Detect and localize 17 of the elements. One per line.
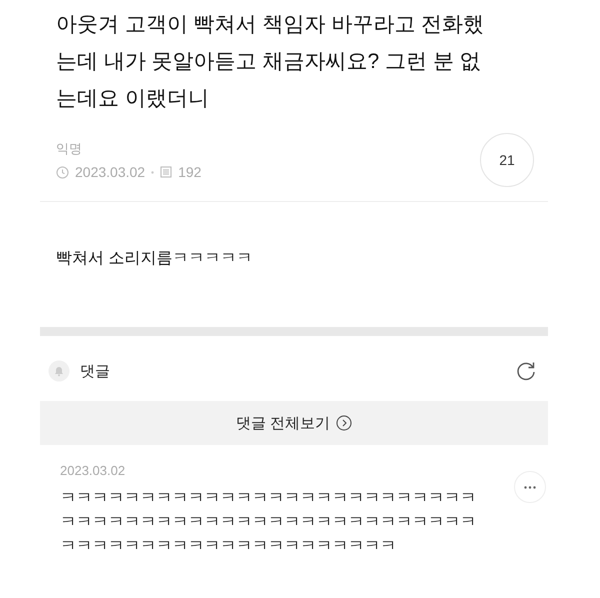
more-button[interactable] — [514, 471, 546, 503]
views-icon — [160, 166, 172, 178]
post-title: 아웃겨 고객이 빡쳐서 책임자 바꾸라고 전화했는데 내가 못알아듣고 채금자씨요? 그런 분 없는데요 이랬더니 — [56, 12, 486, 112]
comment-date: 2023.03.02 — [60, 463, 126, 478]
comments-label: 댓글 — [80, 362, 110, 380]
dot-separator — [151, 170, 154, 174]
post-body: 빡쳐서 소리지름ㅋㅋㅋㅋㅋ — [55, 249, 254, 269]
view-all-comments-button[interactable]: 댓글 전체보기 — [40, 401, 548, 445]
comment-count-button[interactable]: 21 — [480, 133, 534, 187]
view-count: 192 — [178, 164, 202, 180]
author-name: 익명 — [56, 140, 83, 158]
more-icon — [524, 486, 536, 488]
chevron-icon — [336, 415, 352, 431]
clock-icon — [56, 166, 69, 178]
post-date: 2023.03.02 — [75, 164, 146, 180]
bell-icon[interactable] — [48, 360, 70, 382]
comment-text: ㅋㅋㅋㅋㅋㅋㅋㅋㅋㅋㅋㅋㅋㅋㅋㅋㅋㅋㅋㅋㅋㅋㅋㅋㅋㅋㅋㅋㅋㅋㅋㅋㅋㅋㅋㅋㅋㅋㅋㅋㅋㅋㅋㅋㅋㅋㅋㅋㅋㅋㅋㅋㅋㅋㅋㅋㅋㅋㅋㅋㅋㅋㅋㅋㅋㅋㅋㅋㅋㅋㅋㅋㅋ — [60, 488, 477, 557]
